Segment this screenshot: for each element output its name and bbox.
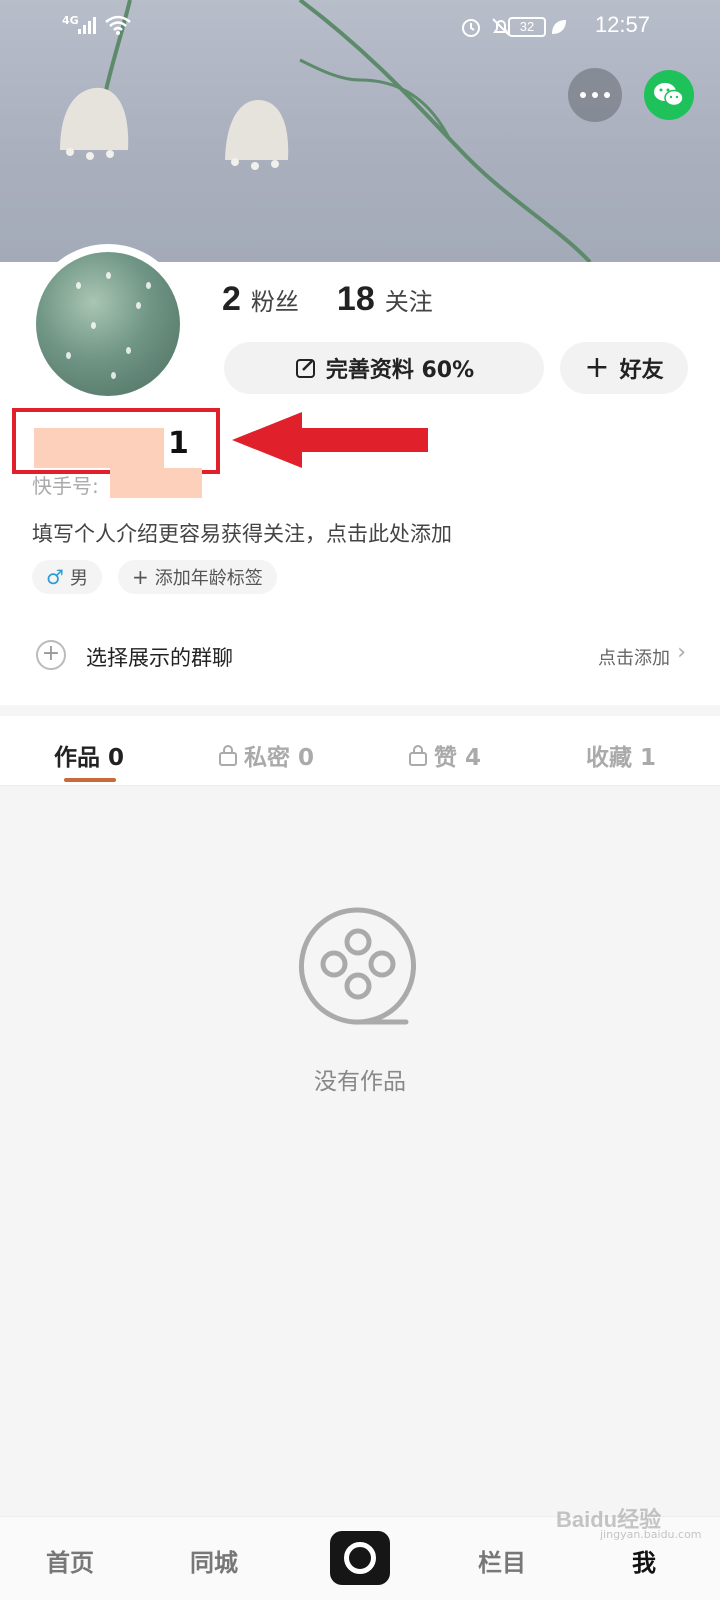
status-bar: 4G 32 12:57 (0, 10, 720, 46)
fans-label: 粉丝 (250, 288, 299, 316)
profile-stats: 2 粉丝 18 关注 (222, 280, 433, 319)
add-age-tag-label: 添加年龄标签 (154, 568, 263, 589)
active-tab-indicator (64, 778, 116, 782)
username-suffix: 1 (168, 426, 189, 461)
add-circle-icon: + (36, 640, 66, 670)
nav-columns[interactable]: 栏目 (478, 1543, 526, 1578)
wifi-icon (105, 15, 131, 35)
kuaishou-id-redacted[interactable] (110, 468, 202, 498)
username-highlight-box: 1 (12, 408, 220, 474)
tab-favorites-label: 收藏 1 (586, 745, 657, 771)
lock-icon (409, 745, 427, 766)
film-reel-icon (299, 907, 416, 1025)
male-icon: ♂ (46, 565, 64, 589)
camera-icon (344, 1542, 376, 1574)
add-friend-label: 好友 (619, 358, 664, 383)
fans-count: 2 (222, 280, 241, 318)
gender-tag[interactable]: ♂ 男 (32, 560, 102, 594)
empty-state-text: 没有作品 (314, 1069, 406, 1095)
following-label: 关注 (384, 288, 433, 316)
nav-nearby[interactable]: 同城 (190, 1543, 238, 1578)
edit-icon (295, 359, 315, 378)
battery-indicator: 32 (508, 17, 546, 37)
chevron-right-icon: › (677, 640, 686, 665)
group-chat-add-link[interactable]: 点击添加 (598, 644, 670, 670)
avatar[interactable] (36, 252, 180, 396)
kuaishou-id-label: 快手号: (32, 474, 99, 498)
tab-likes-label: 赞 4 (434, 745, 482, 771)
group-chat-row[interactable]: + 选择展示的群聊 点击添加 › (0, 624, 720, 688)
add-friend-button[interactable]: + 好友 (560, 342, 688, 394)
camera-button[interactable] (330, 1531, 390, 1585)
annotation-arrow-icon (232, 412, 428, 468)
tab-private-label: 私密 0 (244, 745, 315, 771)
following-stat[interactable]: 18 关注 (337, 280, 433, 319)
network-type: 4G (62, 14, 79, 27)
content-tabs: 作品 0 私密 0 赞 4 收藏 1 (0, 716, 720, 786)
avatar-frame[interactable] (28, 244, 188, 404)
signal-icon (78, 16, 98, 34)
tab-works[interactable]: 作品 0 (54, 738, 124, 772)
following-count: 18 (336, 280, 375, 318)
plus-icon: + (584, 350, 610, 385)
wechat-share-button[interactable] (644, 70, 694, 120)
group-chat-label: 选择展示的群聊 (86, 646, 233, 670)
complete-profile-button[interactable]: 完善资料 60% (224, 342, 544, 394)
nav-home[interactable]: 首页 (46, 1543, 94, 1578)
nav-me[interactable]: 我 (632, 1543, 656, 1578)
clock: 12:57 (594, 12, 650, 37)
leaf-icon (552, 20, 566, 34)
add-age-tag-button[interactable]: + 添加年龄标签 (118, 560, 277, 594)
more-button[interactable] (568, 68, 622, 122)
tab-likes[interactable]: 赞 4 (408, 738, 481, 772)
more-dots-icon (580, 92, 586, 98)
profile-card: 2 粉丝 18 关注 完善资料 60% + 好友 1 快手号: 填写个人介绍更容易获… (0, 244, 720, 705)
bio-placeholder[interactable]: 填写个人介绍更容易获得关注，点击此处添加 (32, 518, 452, 548)
fans-stat[interactable]: 2 粉丝 (222, 280, 299, 319)
gender-tag-label: 男 (69, 568, 88, 589)
watermark-url: jingyan.baidu.com (600, 1528, 702, 1541)
tab-works-label: 作品 0 (54, 745, 125, 771)
plus-icon: + (132, 565, 149, 589)
tab-favorites[interactable]: 收藏 1 (586, 738, 656, 772)
alarm-icon (462, 19, 480, 37)
username-redacted[interactable] (34, 428, 164, 468)
profile-cover[interactable]: 4G 32 12:57 (0, 0, 720, 262)
lock-icon (219, 745, 237, 766)
complete-profile-label: 完善资料 60% (325, 358, 475, 383)
tab-private[interactable]: 私密 0 (218, 738, 314, 772)
wechat-icon (654, 83, 684, 107)
